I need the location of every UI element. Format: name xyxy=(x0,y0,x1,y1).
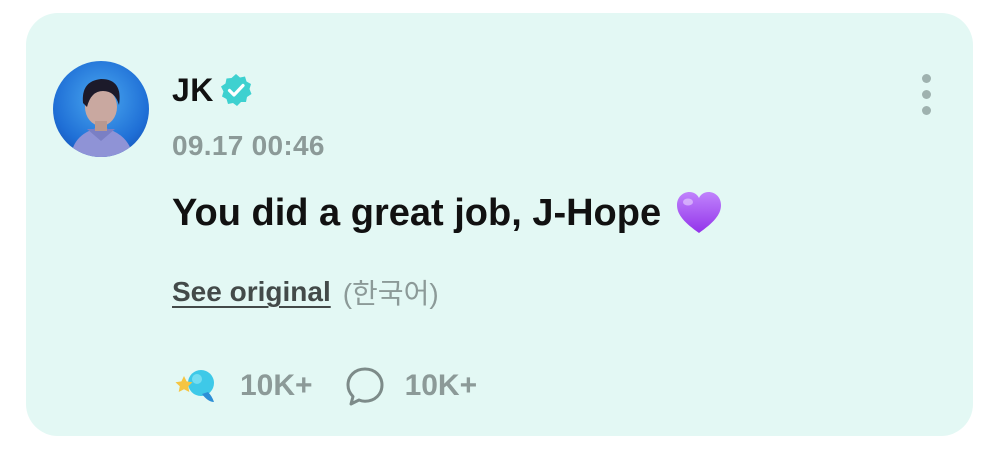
avatar[interactable] xyxy=(53,61,149,157)
verified-badge-icon xyxy=(218,72,254,108)
post-card: JK 09.17 00:46 You did a great job, J-Ho… xyxy=(26,13,973,436)
post-message: You did a great job, J-Hope xyxy=(172,191,723,235)
post-timestamp: 09.17 00:46 xyxy=(172,130,325,161)
comment-button[interactable]: 10K+ xyxy=(343,364,478,408)
post-stats: 10K+ 10K+ xyxy=(174,364,477,408)
comment-count: 10K+ xyxy=(404,369,478,402)
reaction-count: 10K+ xyxy=(240,369,313,402)
message-text: You did a great job, J-Hope xyxy=(172,191,662,234)
original-language-label: (한국어) xyxy=(342,278,439,309)
speech-bubble-icon xyxy=(343,364,387,408)
reaction-button[interactable]: 10K+ xyxy=(174,364,313,408)
purple-heart-icon xyxy=(675,191,723,235)
more-vertical-icon[interactable] xyxy=(912,71,942,119)
star-wand-icon xyxy=(174,364,218,408)
see-original-row: See original (한국어) xyxy=(172,272,439,312)
author-name[interactable]: JK xyxy=(172,72,214,109)
see-original-link[interactable]: See original xyxy=(172,276,331,308)
author-row: JK xyxy=(172,70,254,110)
